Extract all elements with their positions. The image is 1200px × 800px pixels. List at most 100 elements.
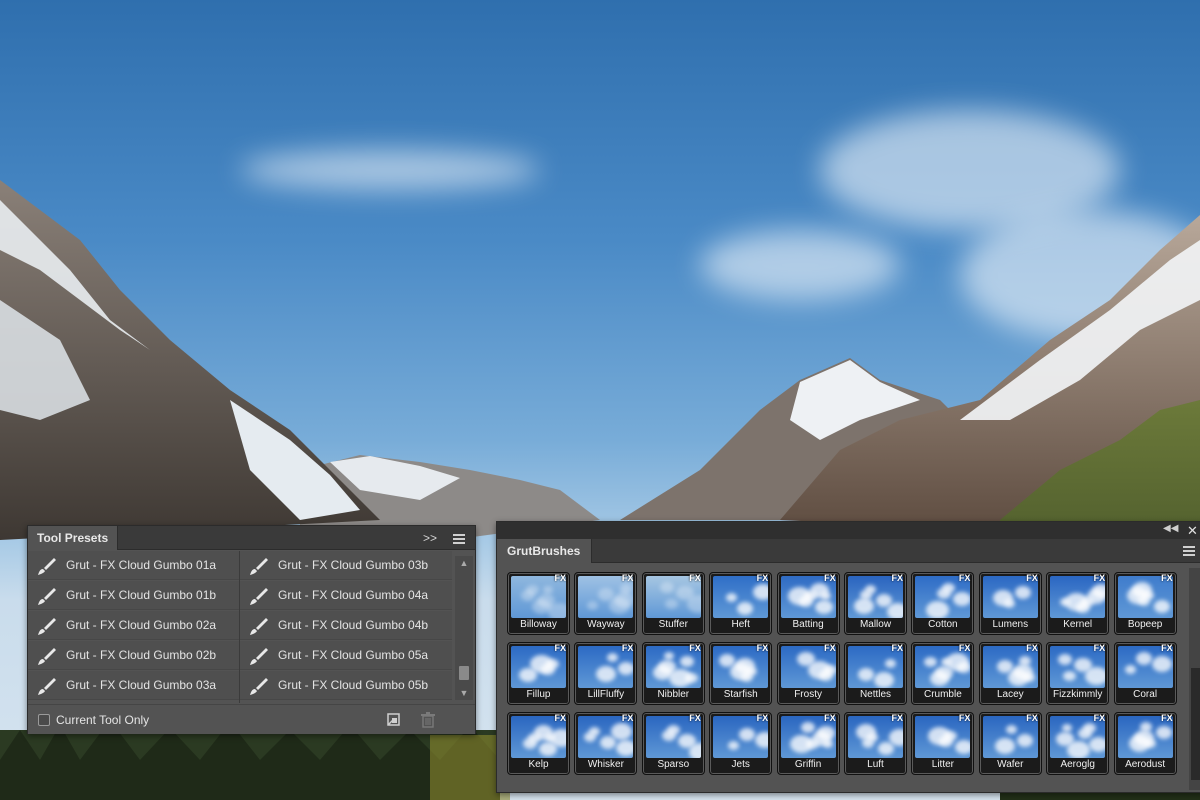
brush-icon: [250, 678, 268, 695]
brush-icon: [38, 558, 56, 575]
hamburger-menu-icon[interactable]: [1183, 546, 1195, 556]
brush-tile[interactable]: FX LillFluffy: [574, 642, 638, 705]
brush-tile[interactable]: FX Starfish: [709, 642, 773, 705]
cloud-puff: [822, 740, 833, 748]
brush-tile-label: Sparso: [657, 759, 690, 770]
brush-tile[interactable]: FX Aerodust: [1113, 712, 1177, 775]
scroll-thumb[interactable]: [1191, 668, 1200, 780]
brush-tile-label: Bopeep: [1127, 619, 1163, 630]
fx-badge: FX: [1093, 713, 1106, 723]
brush-tile[interactable]: FX Nibbler: [641, 642, 705, 705]
collapse-icon[interactable]: ◀◀: [1163, 523, 1178, 534]
brush-tile[interactable]: FX Bopeep: [1113, 572, 1177, 635]
brushes-scrollbar[interactable]: [1189, 568, 1200, 790]
current-tool-only-checkbox[interactable]: [38, 714, 50, 726]
brush-tile[interactable]: FX Cotton: [911, 572, 975, 635]
preset-item[interactable]: Grut - FX Cloud Gumbo 01a: [28, 551, 240, 580]
fx-badge: FX: [891, 573, 903, 583]
scroll-up-icon[interactable]: ▲: [455, 556, 473, 570]
brush-tile[interactable]: FX Whisker: [574, 712, 638, 775]
preset-item[interactable]: Grut - FX Cloud Gumbo 01b: [28, 581, 240, 610]
fx-badge: FX: [621, 573, 634, 583]
brush-tile-label: Starfish: [723, 689, 758, 700]
brush-tile-label: Batting: [792, 619, 824, 630]
cloud-puff: [885, 659, 896, 668]
cloud-puff: [994, 738, 1015, 754]
cloud-puff: [937, 588, 952, 599]
fx-badge: FX: [554, 573, 566, 583]
cloud-puff: [663, 652, 674, 660]
brush-tile[interactable]: FX Mallow: [844, 572, 907, 635]
cloud-puff: [889, 729, 903, 746]
scroll-down-icon[interactable]: ▼: [455, 686, 473, 700]
brush-tile-label: Griffin: [794, 759, 822, 770]
brush-tile[interactable]: FX Litter: [911, 712, 975, 775]
cloud-puff: [587, 601, 599, 610]
fx-badge: FX: [689, 713, 701, 723]
tab-grut-brushes[interactable]: GrutBrushes: [497, 539, 592, 563]
cloud-puff: [1076, 602, 1091, 613]
new-preset-icon[interactable]: [386, 712, 402, 728]
cloud-puff: [741, 672, 754, 682]
collapse-button[interactable]: >>: [420, 526, 440, 550]
brush-tile[interactable]: FX Stuffer: [641, 572, 705, 635]
brush-tile[interactable]: FX Aeroglg: [1046, 712, 1110, 775]
panel-titlebar: ◀◀ ✕: [497, 522, 1200, 539]
panel-menu-button[interactable]: [448, 526, 470, 550]
brush-tile[interactable]: FX Kernel: [1046, 572, 1110, 635]
fx-badge: FX: [891, 643, 903, 653]
brush-tile[interactable]: FX Lacey: [978, 642, 1042, 705]
brush-tile[interactable]: FX Heft: [709, 572, 773, 635]
cloud-puff: [659, 582, 674, 593]
brush-tile[interactable]: FX Fizzkimmly: [1046, 642, 1110, 705]
preset-item[interactable]: Grut - FX Cloud Gumbo 05b: [240, 671, 452, 700]
preset-label: Grut - FX Cloud Gumbo 02b: [66, 648, 217, 662]
cloud-puff: [820, 592, 831, 600]
brush-tile[interactable]: FX Sparso: [641, 712, 705, 775]
brush-tile[interactable]: FX Frosty: [776, 642, 840, 705]
brush-tile[interactable]: FX Coral: [1113, 642, 1177, 705]
cloud-puff: [1135, 652, 1152, 665]
close-icon[interactable]: ✕: [1187, 522, 1198, 539]
fx-badge: FX: [824, 573, 836, 583]
brush-tile[interactable]: FX Wafer: [978, 712, 1042, 775]
cloud-puff: [652, 665, 672, 680]
preset-item[interactable]: Grut - FX Cloud Gumbo 04a: [240, 581, 452, 610]
cloud-puff: [887, 603, 903, 618]
tab-tool-presets[interactable]: Tool Presets: [28, 526, 118, 550]
brush-tile[interactable]: FX Nettles: [844, 642, 907, 705]
preset-item[interactable]: Grut - FX Cloud Gumbo 03a: [28, 671, 240, 700]
tool-presets-panel: Tool Presets >> Grut - FX Cloud Gumbo 01…: [27, 525, 476, 734]
tool-presets-list: Grut - FX Cloud Gumbo 01a Grut - FX Clou…: [28, 551, 478, 703]
brush-tile[interactable]: FX Lumens: [978, 572, 1042, 635]
brush-tile[interactable]: FX Kelp: [507, 712, 570, 775]
brush-tile-label: Wafer: [997, 759, 1024, 770]
brush-tile[interactable]: FX Jets: [709, 712, 773, 775]
cloud-puff: [814, 600, 833, 614]
brush-tile-label: Kernel: [1063, 619, 1093, 630]
preset-item[interactable]: Grut - FX Cloud Gumbo 02a: [28, 611, 240, 640]
brush-tile[interactable]: FX Crumble: [911, 642, 975, 705]
cloud-puff: [1153, 600, 1170, 613]
preset-item[interactable]: Grut - FX Cloud Gumbo 03b: [240, 551, 452, 580]
preset-item[interactable]: Grut - FX Cloud Gumbo 02b: [28, 641, 240, 670]
presets-scrollbar[interactable]: ▲ ▼: [455, 556, 473, 700]
scroll-thumb[interactable]: [459, 666, 469, 680]
cloud-puff: [1003, 599, 1015, 608]
preset-item[interactable]: Grut - FX Cloud Gumbo 04b: [240, 611, 452, 640]
cloud-puff: [668, 669, 692, 687]
brush-tile[interactable]: FX Wayway: [574, 572, 638, 635]
preset-item[interactable]: Grut - FX Cloud Gumbo 05a: [240, 641, 452, 670]
brush-tile[interactable]: FX Griffin: [776, 712, 840, 775]
brush-tile[interactable]: FX Billoway: [507, 572, 570, 635]
cloud-puff: [924, 657, 938, 667]
brush-tile-label: Luft: [867, 759, 884, 770]
brush-tile[interactable]: FX Fillup: [507, 642, 570, 705]
brush-tile[interactable]: FX Batting: [776, 572, 840, 635]
brush-tile[interactable]: FX Luft: [844, 712, 907, 775]
trash-icon[interactable]: [420, 712, 436, 728]
cloud-puff: [878, 742, 894, 755]
brush-tile-label: Heft: [731, 619, 750, 630]
brush-tile-label: Lacey: [996, 689, 1024, 700]
cloud-puff: [611, 723, 633, 740]
